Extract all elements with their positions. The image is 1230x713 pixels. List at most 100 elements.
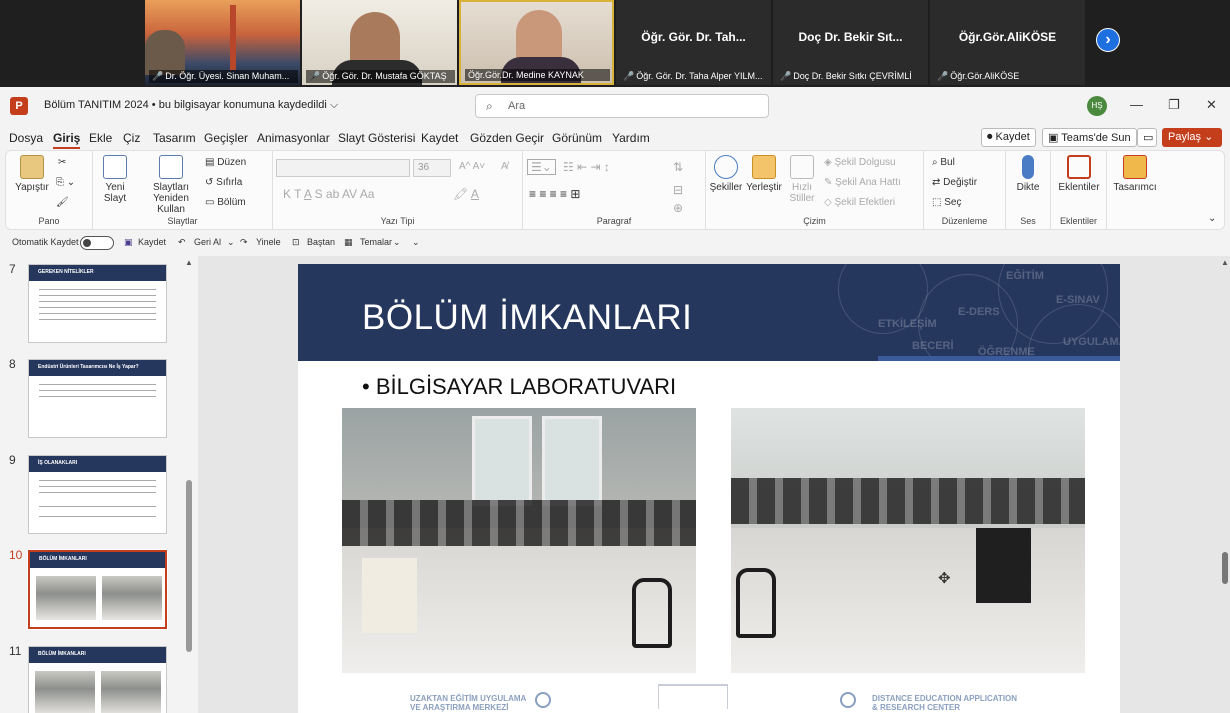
next-participants-arrow-icon[interactable]: › xyxy=(1096,28,1120,52)
comments-icon[interactable]: ▭ xyxy=(1137,128,1157,147)
thumbnails-scrollbar[interactable]: ▲ xyxy=(184,256,194,713)
participant-tile[interactable]: 🎤 Öğr. Gör. Dr. Mustafa GÖKTAŞ xyxy=(302,0,457,85)
slide-thumbnail[interactable]: GEREKEN NİTELİKLER xyxy=(28,264,167,343)
format-painter-icon[interactable]: 🖌 xyxy=(56,197,69,208)
participant-tile[interactable]: Öğr.Gör.Dr. Medine KAYNAK xyxy=(459,0,614,85)
from-start-button[interactable]: Baştan xyxy=(307,237,335,247)
font-size-select[interactable]: 36 xyxy=(413,159,451,177)
tab-view[interactable]: Görünüm xyxy=(552,131,602,145)
customize-qat-icon[interactable]: ⌄ xyxy=(412,237,420,248)
slide-thumbnail[interactable]: BÖLÜM İMKANLARI xyxy=(28,646,167,713)
redo-icon[interactable]: ↷ xyxy=(240,237,248,248)
align-buttons[interactable]: ≡ ≡ ≡ ≡ ⊞ xyxy=(529,187,580,201)
tab-help[interactable]: Yardım xyxy=(612,131,650,145)
participant-name: Dr. Öğr. Üyesi. Sinan Muham... xyxy=(165,71,290,81)
shape-fill-button[interactable]: ◈ Şekil Dolgusu xyxy=(824,157,896,168)
replace-button[interactable]: ⇄ Değiştir xyxy=(932,177,977,188)
collapse-ribbon-icon[interactable]: ⌄ xyxy=(1208,213,1216,224)
microphone-icon xyxy=(1022,155,1034,179)
tab-design[interactable]: Tasarım xyxy=(153,131,196,145)
restore-icon[interactable]: ❐ xyxy=(1168,97,1180,113)
autosave-toggle[interactable] xyxy=(80,236,114,250)
tab-slideshow[interactable]: Slayt Gösterisi xyxy=(338,131,415,145)
participant-tile[interactable]: 🎤 Dr. Öğr. Üyesi. Sinan Muham... xyxy=(145,0,300,85)
reuse-slides-button[interactable]: Slaytları Yeniden Kullan xyxy=(143,155,199,215)
select-button[interactable]: ⬚ Seç xyxy=(932,197,961,208)
participant-tile[interactable]: Doç Dr. Bekir Sıt... 🎤 Doç Dr. Bekir Sıtk… xyxy=(773,0,928,85)
save-button[interactable]: Kaydet xyxy=(138,237,166,247)
undo-dropdown-icon[interactable]: ⌄ xyxy=(227,237,235,248)
undo-icon[interactable]: ↶ xyxy=(178,237,186,248)
paste-button[interactable]: Yapıştır xyxy=(14,155,50,193)
quick-styles-button[interactable]: Hızlı Stiller xyxy=(784,155,820,204)
font-group-label: Yazı Tipi xyxy=(380,216,415,226)
themes-dropdown-icon[interactable]: ⌄ xyxy=(393,237,401,248)
bullets-icon[interactable]: ☰⌄ xyxy=(527,159,556,175)
slideshow-icon[interactable]: ⊡ xyxy=(292,237,300,248)
section-button[interactable]: ▭ Bölüm xyxy=(205,197,246,208)
scroll-up-icon[interactable]: ▲ xyxy=(185,258,193,267)
addins-button[interactable]: Eklentiler xyxy=(1055,155,1103,193)
scrollbar-thumb[interactable] xyxy=(186,480,192,652)
shape-effects-button[interactable]: ◇ Şekil Efektleri xyxy=(824,197,895,208)
numbering-icon[interactable]: ☷ ⇤ ⇥ ↕ xyxy=(563,160,610,174)
scroll-up-icon[interactable]: ▲ xyxy=(1221,258,1229,267)
present-in-teams-button[interactable]: ▣ Teams'de Sun xyxy=(1042,128,1137,147)
font-color-icon[interactable]: 🖍 A xyxy=(453,187,479,201)
participant-big-label: Öğr. Gör. Dr. Tah... xyxy=(641,30,746,44)
tab-insert[interactable]: Ekle xyxy=(89,131,112,145)
teams-participant-strip: 🎤 Dr. Öğr. Üyesi. Sinan Muham... 🎤 Öğr. Gö… xyxy=(0,0,1230,87)
find-button[interactable]: ⌕ Bul xyxy=(932,157,955,168)
copy-icon[interactable]: ⎘ ⌄ xyxy=(56,177,75,188)
tab-record[interactable]: Kaydet xyxy=(421,131,458,145)
slide-thumbnail[interactable]: İŞ OLANAKLARI xyxy=(28,455,167,534)
avatar[interactable]: HŞ xyxy=(1087,96,1107,116)
slide-bullet[interactable]: • BİLGİSAYAR LABORATUVARI xyxy=(362,374,676,400)
shapes-button[interactable]: Şekiller xyxy=(708,155,744,193)
lab-photo-right[interactable] xyxy=(731,408,1085,673)
tab-animations[interactable]: Animasyonlar xyxy=(257,131,330,145)
document-title[interactable]: Bölüm TANITIM 2024 • bu bilgisayar konum… xyxy=(44,99,338,112)
tab-review[interactable]: Gözden Geçir xyxy=(470,131,544,145)
current-slide[interactable]: EĞİTİM E-DERS E-SINAV ETKİLEŞİM BECERİ U… xyxy=(298,264,1120,713)
photo-floor xyxy=(731,528,1085,673)
participant-tile[interactable]: Öğr.Gör.AliKÖSE 🎤 Öğr.Gör.AliKÖSE xyxy=(930,0,1085,85)
reset-button[interactable]: ↺ Sıfırla xyxy=(205,177,242,188)
undo-button[interactable]: Geri Al xyxy=(194,237,221,247)
lab-photo-left[interactable] xyxy=(342,408,696,673)
increase-font-icon[interactable]: A^ A˅ xyxy=(459,161,485,172)
search-input[interactable]: ⌕ Ara xyxy=(475,94,769,118)
tab-home[interactable]: Giriş xyxy=(53,131,81,149)
slide-thumbnail[interactable]: Endüstri Ürünleri Tasarımcısı Ne İş Yapa… xyxy=(28,359,167,438)
dictate-button[interactable]: Dikte xyxy=(1010,155,1046,193)
arrange-button[interactable]: Yerleştir xyxy=(744,155,784,193)
participant-tile[interactable]: Öğr. Gör. Dr. Tah... 🎤 Öğr. Gör. Dr. Taha… xyxy=(616,0,771,85)
save-icon[interactable]: ▣ xyxy=(124,237,133,248)
close-icon[interactable]: ✕ xyxy=(1206,97,1217,113)
minimize-icon[interactable]: — xyxy=(1130,97,1143,112)
paragraph-group-label: Paragraf xyxy=(596,216,632,226)
scrollbar-thumb[interactable] xyxy=(1222,552,1228,584)
share-button[interactable]: Paylaş ⌄ xyxy=(1162,128,1222,147)
designer-button[interactable]: Tasarımcı xyxy=(1112,155,1158,193)
slide-title[interactable]: BÖLÜM İMKANLARI xyxy=(362,298,692,338)
themes-button[interactable]: Temalar xyxy=(360,237,392,247)
font-style-buttons[interactable]: K T A S ab AV Aa xyxy=(283,187,374,201)
new-slide-button[interactable]: Yeni Slayt xyxy=(97,155,133,204)
themes-icon[interactable]: ▦ xyxy=(344,237,353,248)
shape-outline-button[interactable]: ✎ Şekil Ana Hattı xyxy=(824,177,901,188)
tab-transitions[interactable]: Geçişler xyxy=(204,131,248,145)
record-button[interactable]: ⏺ Kaydet xyxy=(981,128,1036,147)
layout-button[interactable]: ▤ Düzen xyxy=(205,157,246,168)
text-direction-icon[interactable]: ⇅ xyxy=(673,160,683,174)
clear-format-icon[interactable]: A̸ xyxy=(501,161,508,172)
redo-button[interactable]: Yinele xyxy=(256,237,281,247)
slide-scrollbar[interactable]: ▲ xyxy=(1220,256,1230,713)
smartart-icon[interactable]: ⊕ xyxy=(673,201,683,215)
slide-thumbnail-active[interactable]: BÖLÜM İMKANLARI xyxy=(27,549,168,630)
tab-file[interactable]: Dosya xyxy=(9,131,43,145)
cut-icon[interactable]: ✂ xyxy=(58,157,66,168)
tab-draw[interactable]: Çiz xyxy=(123,131,140,145)
align-text-icon[interactable]: ⊟ xyxy=(673,183,683,197)
font-family-select[interactable] xyxy=(276,159,410,177)
